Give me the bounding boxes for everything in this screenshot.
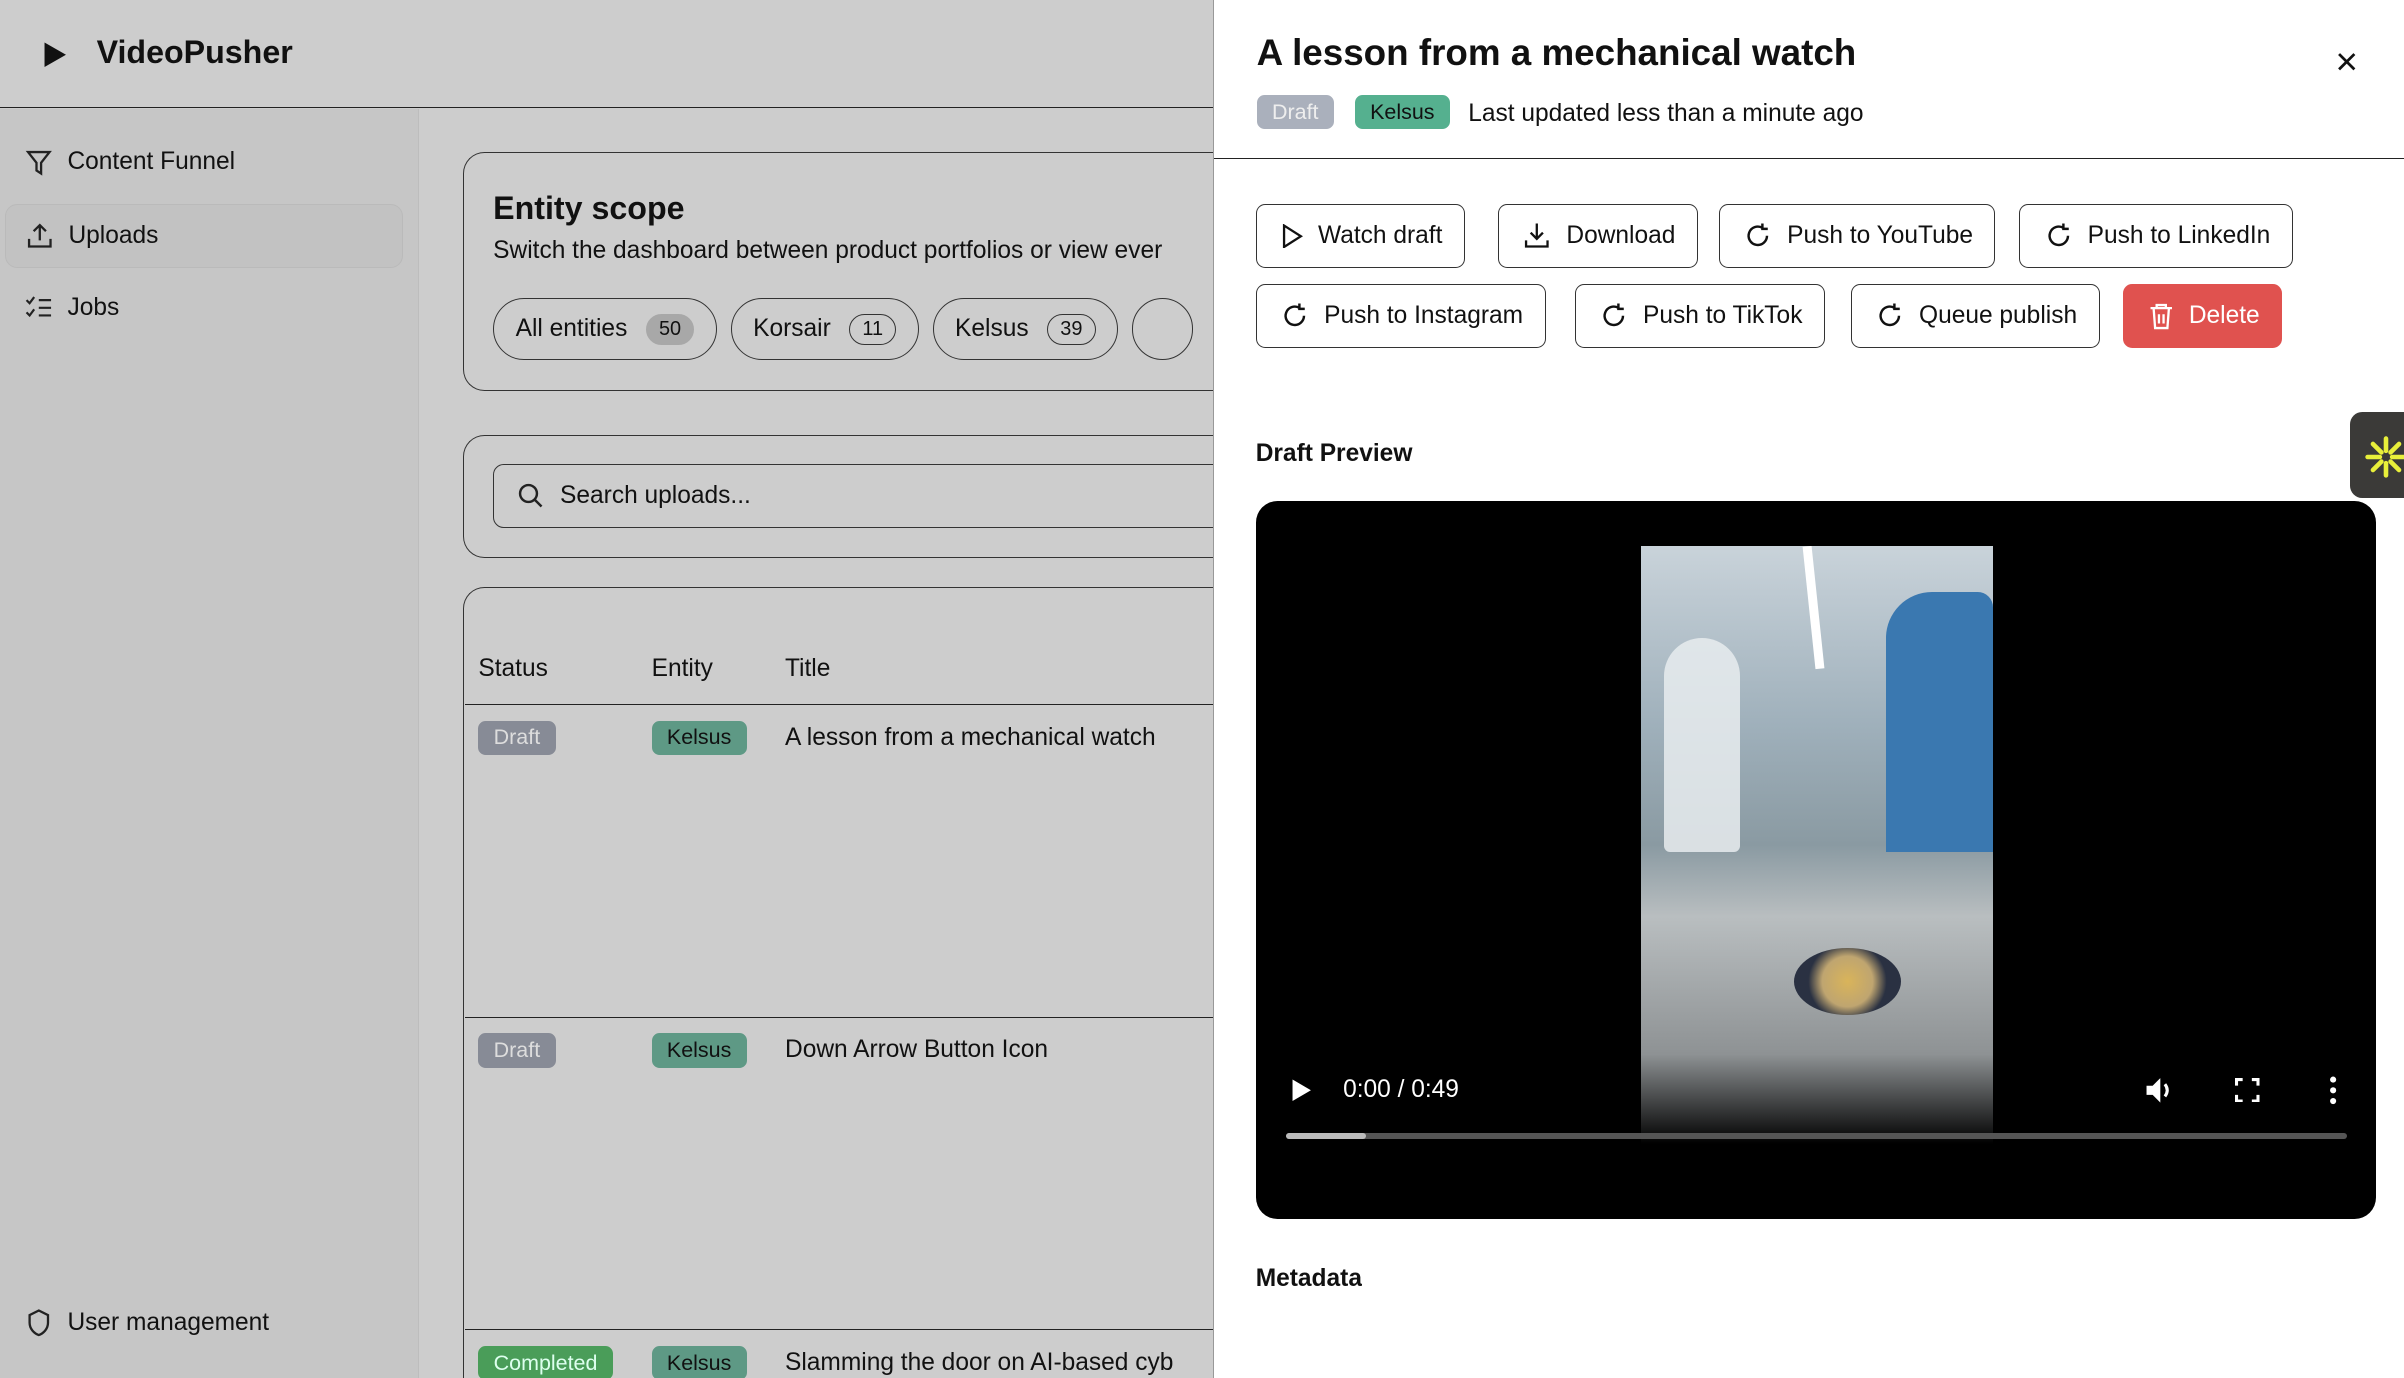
queue-publish-button[interactable]: Queue publish [1851, 284, 2100, 348]
status-badge: Completed [478, 1346, 612, 1378]
pill-count: 39 [1047, 314, 1096, 345]
button-label: Watch draft [1318, 222, 1442, 250]
pill-all-entities[interactable]: All entities 50 [493, 298, 717, 359]
search-card: Search uploads... [463, 435, 1213, 558]
figure-left [1664, 638, 1741, 853]
entity-badge: Kelsus [1355, 95, 1450, 129]
button-label: Push to YouTube [1787, 222, 1973, 250]
pill-more[interactable] [1132, 298, 1193, 359]
button-label: Queue publish [1919, 302, 2077, 330]
draft-preview-title: Draft Preview [1256, 440, 1413, 468]
table-row[interactable]: Draft Kelsus A lesson from a mechanical … [465, 705, 1213, 1016]
list-checks-icon [25, 294, 53, 322]
pill-count: 50 [646, 314, 695, 345]
funnel-icon [25, 149, 53, 177]
app-root: VideoPusher Content Funnel Uploads Jobs … [0, 0, 2404, 1378]
push-tiktok-button[interactable]: Push to TikTok [1575, 284, 1825, 348]
figure-right [1886, 592, 1993, 853]
row-title: Down Arrow Button Icon [785, 1036, 1048, 1064]
column-header-title[interactable]: Title [785, 655, 830, 683]
sidebar: Content Funnel Uploads Jobs User managem… [0, 109, 419, 1378]
play-icon[interactable] [1291, 1078, 1312, 1103]
row-title: Slamming the door on AI-based cyb [785, 1349, 1173, 1377]
button-label: Delete [2189, 302, 2260, 330]
refresh-icon [1876, 302, 1904, 330]
search-icon [517, 482, 545, 510]
status-badge: Draft [478, 721, 555, 755]
shield-icon [25, 1309, 53, 1337]
scope-subtitle: Switch the dashboard between product por… [493, 237, 1162, 265]
download-icon [1523, 222, 1551, 250]
fullscreen-icon[interactable] [2235, 1078, 2260, 1103]
sidebar-item-user-management[interactable]: User management [5, 1291, 404, 1355]
entity-badge: Kelsus [652, 1346, 747, 1378]
refresh-icon [1744, 222, 1772, 250]
scope-title: Entity scope [493, 190, 684, 227]
pill-kelsus[interactable]: Kelsus 39 [933, 298, 1119, 359]
download-button[interactable]: Download [1498, 204, 1698, 268]
app-header: VideoPusher [0, 0, 1213, 108]
refresh-icon [2045, 222, 2073, 250]
asterisk-icon [2363, 434, 2404, 480]
pill-label: Korsair [753, 315, 831, 343]
entity-pills: All entities 50 Korsair 11 Kelsus 39 [493, 298, 1207, 359]
app-name: VideoPusher [97, 34, 293, 71]
more-options-icon[interactable] [2327, 1075, 2339, 1106]
button-label: Push to LinkedIn [2088, 222, 2271, 250]
play-logo-icon [43, 41, 68, 69]
pill-korsair[interactable]: Korsair 11 [731, 298, 919, 359]
panel-title: A lesson from a mechanical watch [1257, 32, 1857, 74]
nav-label: User management [67, 1309, 269, 1337]
pill-count: 11 [849, 314, 896, 345]
push-instagram-button[interactable]: Push to Instagram [1256, 284, 1546, 348]
delete-button[interactable]: Delete [2123, 284, 2282, 348]
push-youtube-button[interactable]: Push to YouTube [1719, 204, 1996, 268]
button-label: Push to Instagram [1324, 302, 1523, 330]
ceiling-light [1803, 546, 1825, 669]
pill-label: All entities [516, 315, 628, 343]
search-placeholder: Search uploads... [560, 482, 751, 510]
upload-icon [26, 222, 54, 250]
nav-label: Jobs [67, 294, 119, 322]
floating-widget-button[interactable] [2350, 412, 2404, 498]
table-row[interactable]: Draft Kelsus Down Arrow Button Icon [465, 1018, 1213, 1329]
row-title: A lesson from a mechanical watch [785, 724, 1156, 752]
sidebar-item-uploads[interactable]: Uploads [5, 204, 404, 268]
last-updated: Last updated less than a minute ago [1468, 100, 1863, 128]
table-row[interactable]: Completed Kelsus Slamming the door on AI… [465, 1331, 1213, 1378]
video-time: 0:00 / 0:49 [1343, 1076, 1459, 1104]
trash-icon [2149, 302, 2174, 330]
refresh-icon [1600, 302, 1628, 330]
status-badge: Draft [478, 1033, 555, 1067]
column-header-entity[interactable]: Entity [652, 655, 713, 683]
entity-scope-card: Entity scope Switch the dashboard betwee… [463, 152, 1213, 391]
sidebar-item-content-funnel[interactable]: Content Funnel [5, 130, 404, 194]
push-linkedin-button[interactable]: Push to LinkedIn [2019, 204, 2293, 268]
video-frame [1641, 546, 1994, 1144]
column-header-status[interactable]: Status [478, 655, 548, 683]
close-icon[interactable] [2336, 51, 2357, 72]
nav-label: Uploads [68, 222, 158, 250]
button-label: Push to TikTok [1643, 302, 1802, 330]
entity-badge: Kelsus [652, 721, 747, 755]
watch-draft-button[interactable]: Watch draft [1256, 204, 1465, 268]
button-label: Download [1566, 222, 1675, 250]
video-progress-bar[interactable] [1286, 1133, 2347, 1139]
volume-icon[interactable] [2145, 1075, 2179, 1106]
status-badge: Draft [1257, 95, 1334, 129]
video-progress-fill [1286, 1133, 1366, 1139]
entity-badge: Kelsus [652, 1033, 747, 1067]
sidebar-item-jobs[interactable]: Jobs [5, 276, 404, 340]
watch-movement [1794, 948, 1901, 1015]
divider [1214, 158, 2404, 159]
metadata-title: Metadata [1256, 1265, 1362, 1288]
play-icon [1281, 224, 1302, 249]
pill-label: Kelsus [955, 315, 1029, 343]
refresh-icon [1281, 302, 1309, 330]
search-input[interactable]: Search uploads... [493, 464, 1213, 528]
nav-label: Content Funnel [67, 148, 235, 176]
